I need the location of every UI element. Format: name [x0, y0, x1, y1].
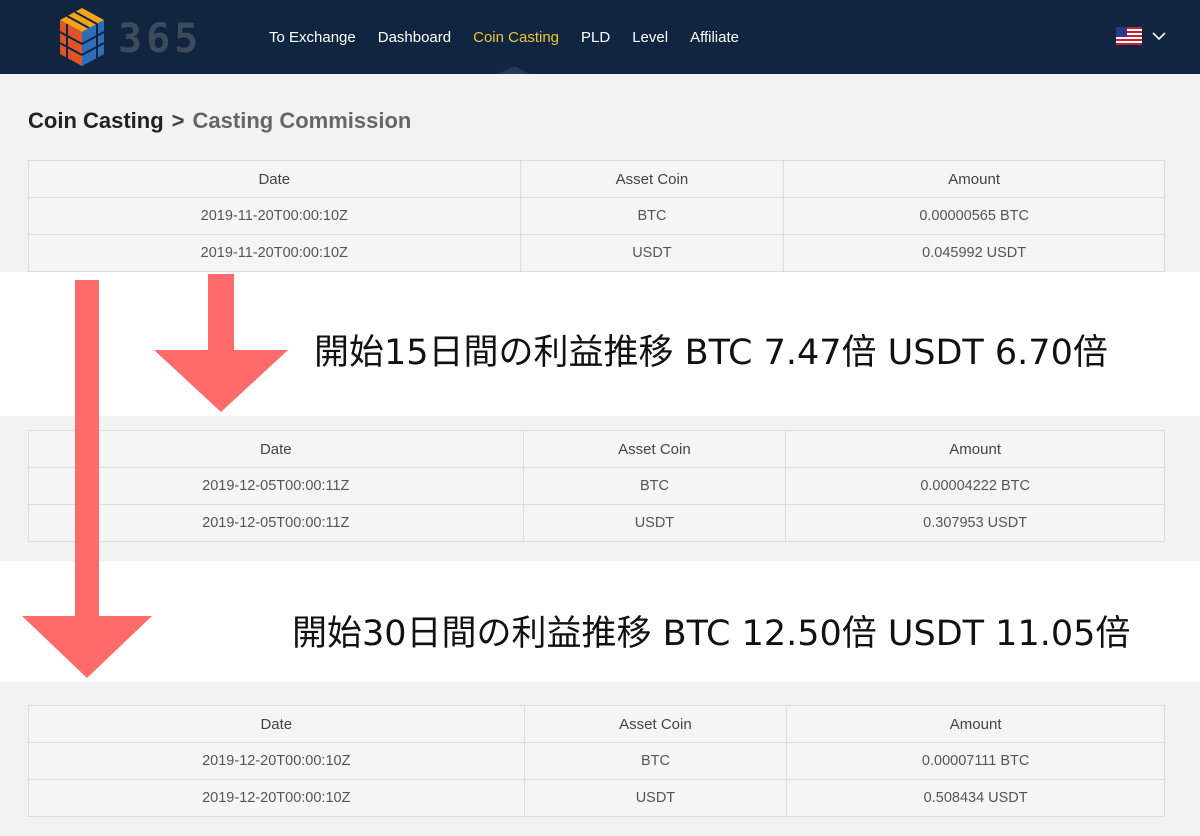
nav-coin-casting[interactable]: Coin Casting — [473, 29, 559, 46]
column-date: Date — [28, 160, 521, 198]
cell-amount: 0.00000565 BTC — [783, 197, 1165, 235]
cell-date: 2019-11-20T00:00:10Z — [28, 234, 521, 272]
cell-asset-coin: USDT — [519, 234, 785, 272]
cell-amount: 0.00007111 BTC — [786, 742, 1165, 780]
column-asset-coin: Asset Coin — [519, 160, 785, 198]
chevron-down-icon — [1152, 31, 1166, 40]
table-header-row: Date Asset Coin Amount — [28, 430, 1165, 468]
table-row: 2019-12-05T00:00:11Z USDT 0.307953 USDT — [28, 504, 1165, 542]
nav-level[interactable]: Level — [632, 29, 668, 46]
column-asset-coin: Asset Coin — [522, 430, 787, 468]
column-amount: Amount — [785, 430, 1165, 468]
cell-asset-coin: BTC — [522, 467, 787, 505]
table-header-row: Date Asset Coin Amount — [28, 705, 1165, 743]
cell-asset-coin: USDT — [523, 779, 788, 817]
table-row: 2019-12-20T00:00:10Z USDT 0.508434 USDT — [28, 779, 1165, 817]
table-row: 2019-11-20T00:00:10Z USDT 0.045992 USDT — [28, 234, 1165, 272]
column-amount: Amount — [786, 705, 1165, 743]
long-down-arrow-icon — [22, 280, 152, 678]
cell-date: 2019-12-20T00:00:10Z — [28, 779, 525, 817]
column-amount: Amount — [783, 160, 1165, 198]
cell-amount: 0.307953 USDT — [785, 504, 1165, 542]
annotation-15-days: 開始15日間の利益推移 BTC 7.47倍 USDT 6.70倍 — [314, 333, 1108, 373]
top-navigation-bar: 365 To Exchange Dashboard Coin Casting P… — [0, 0, 1200, 74]
table-row: 2019-12-20T00:00:10Z BTC 0.00007111 BTC — [28, 742, 1165, 780]
commission-table-1: Date Asset Coin Amount 2019-11-20T00:00:… — [28, 160, 1165, 272]
cell-amount: 0.508434 USDT — [786, 779, 1165, 817]
cube-logo-icon — [59, 8, 105, 66]
breadcrumb-separator: > — [171, 108, 185, 133]
cell-date: 2019-12-20T00:00:10Z — [28, 742, 525, 780]
short-down-arrow-icon — [154, 274, 288, 412]
breadcrumb-parent[interactable]: Coin Casting — [28, 108, 164, 133]
table-row: 2019-11-20T00:00:10Z BTC 0.00000565 BTC — [28, 197, 1165, 235]
cell-date: 2019-11-20T00:00:10Z — [28, 197, 521, 235]
active-nav-indicator — [498, 66, 530, 74]
nav-pld[interactable]: PLD — [581, 29, 610, 46]
annotation-band-30-days: 開始30日間の利益推移 BTC 12.50倍 USDT 11.05倍 — [0, 561, 1200, 682]
cell-amount: 0.045992 USDT — [783, 234, 1165, 272]
us-flag-icon — [1116, 27, 1142, 45]
annotation-30-days: 開始30日間の利益推移 BTC 12.50倍 USDT 11.05倍 — [292, 614, 1131, 654]
cell-asset-coin: BTC — [523, 742, 788, 780]
nav-to-exchange[interactable]: To Exchange — [269, 29, 356, 46]
nav-affiliate[interactable]: Affiliate — [690, 29, 739, 46]
table-header-row: Date Asset Coin Amount — [28, 160, 1165, 198]
breadcrumb-current: Casting Commission — [192, 108, 412, 133]
cell-asset-coin: USDT — [522, 504, 787, 542]
logo-text: 365 — [118, 16, 203, 62]
cell-asset-coin: BTC — [519, 197, 785, 235]
cell-amount: 0.00004222 BTC — [785, 467, 1165, 505]
main-nav: To Exchange Dashboard Coin Casting PLD L… — [258, 0, 750, 74]
commission-table-2: Date Asset Coin Amount 2019-12-05T00:00:… — [28, 430, 1165, 542]
language-selector[interactable] — [1116, 27, 1166, 45]
table-row: 2019-12-05T00:00:11Z BTC 0.00004222 BTC — [28, 467, 1165, 505]
nav-dashboard[interactable]: Dashboard — [378, 29, 451, 46]
site-logo[interactable]: 365 — [56, 6, 216, 70]
commission-table-3: Date Asset Coin Amount 2019-12-20T00:00:… — [28, 705, 1165, 817]
page-title-breadcrumb: Coin Casting > Casting Commission — [28, 108, 411, 134]
column-date: Date — [28, 705, 525, 743]
column-asset-coin: Asset Coin — [523, 705, 788, 743]
